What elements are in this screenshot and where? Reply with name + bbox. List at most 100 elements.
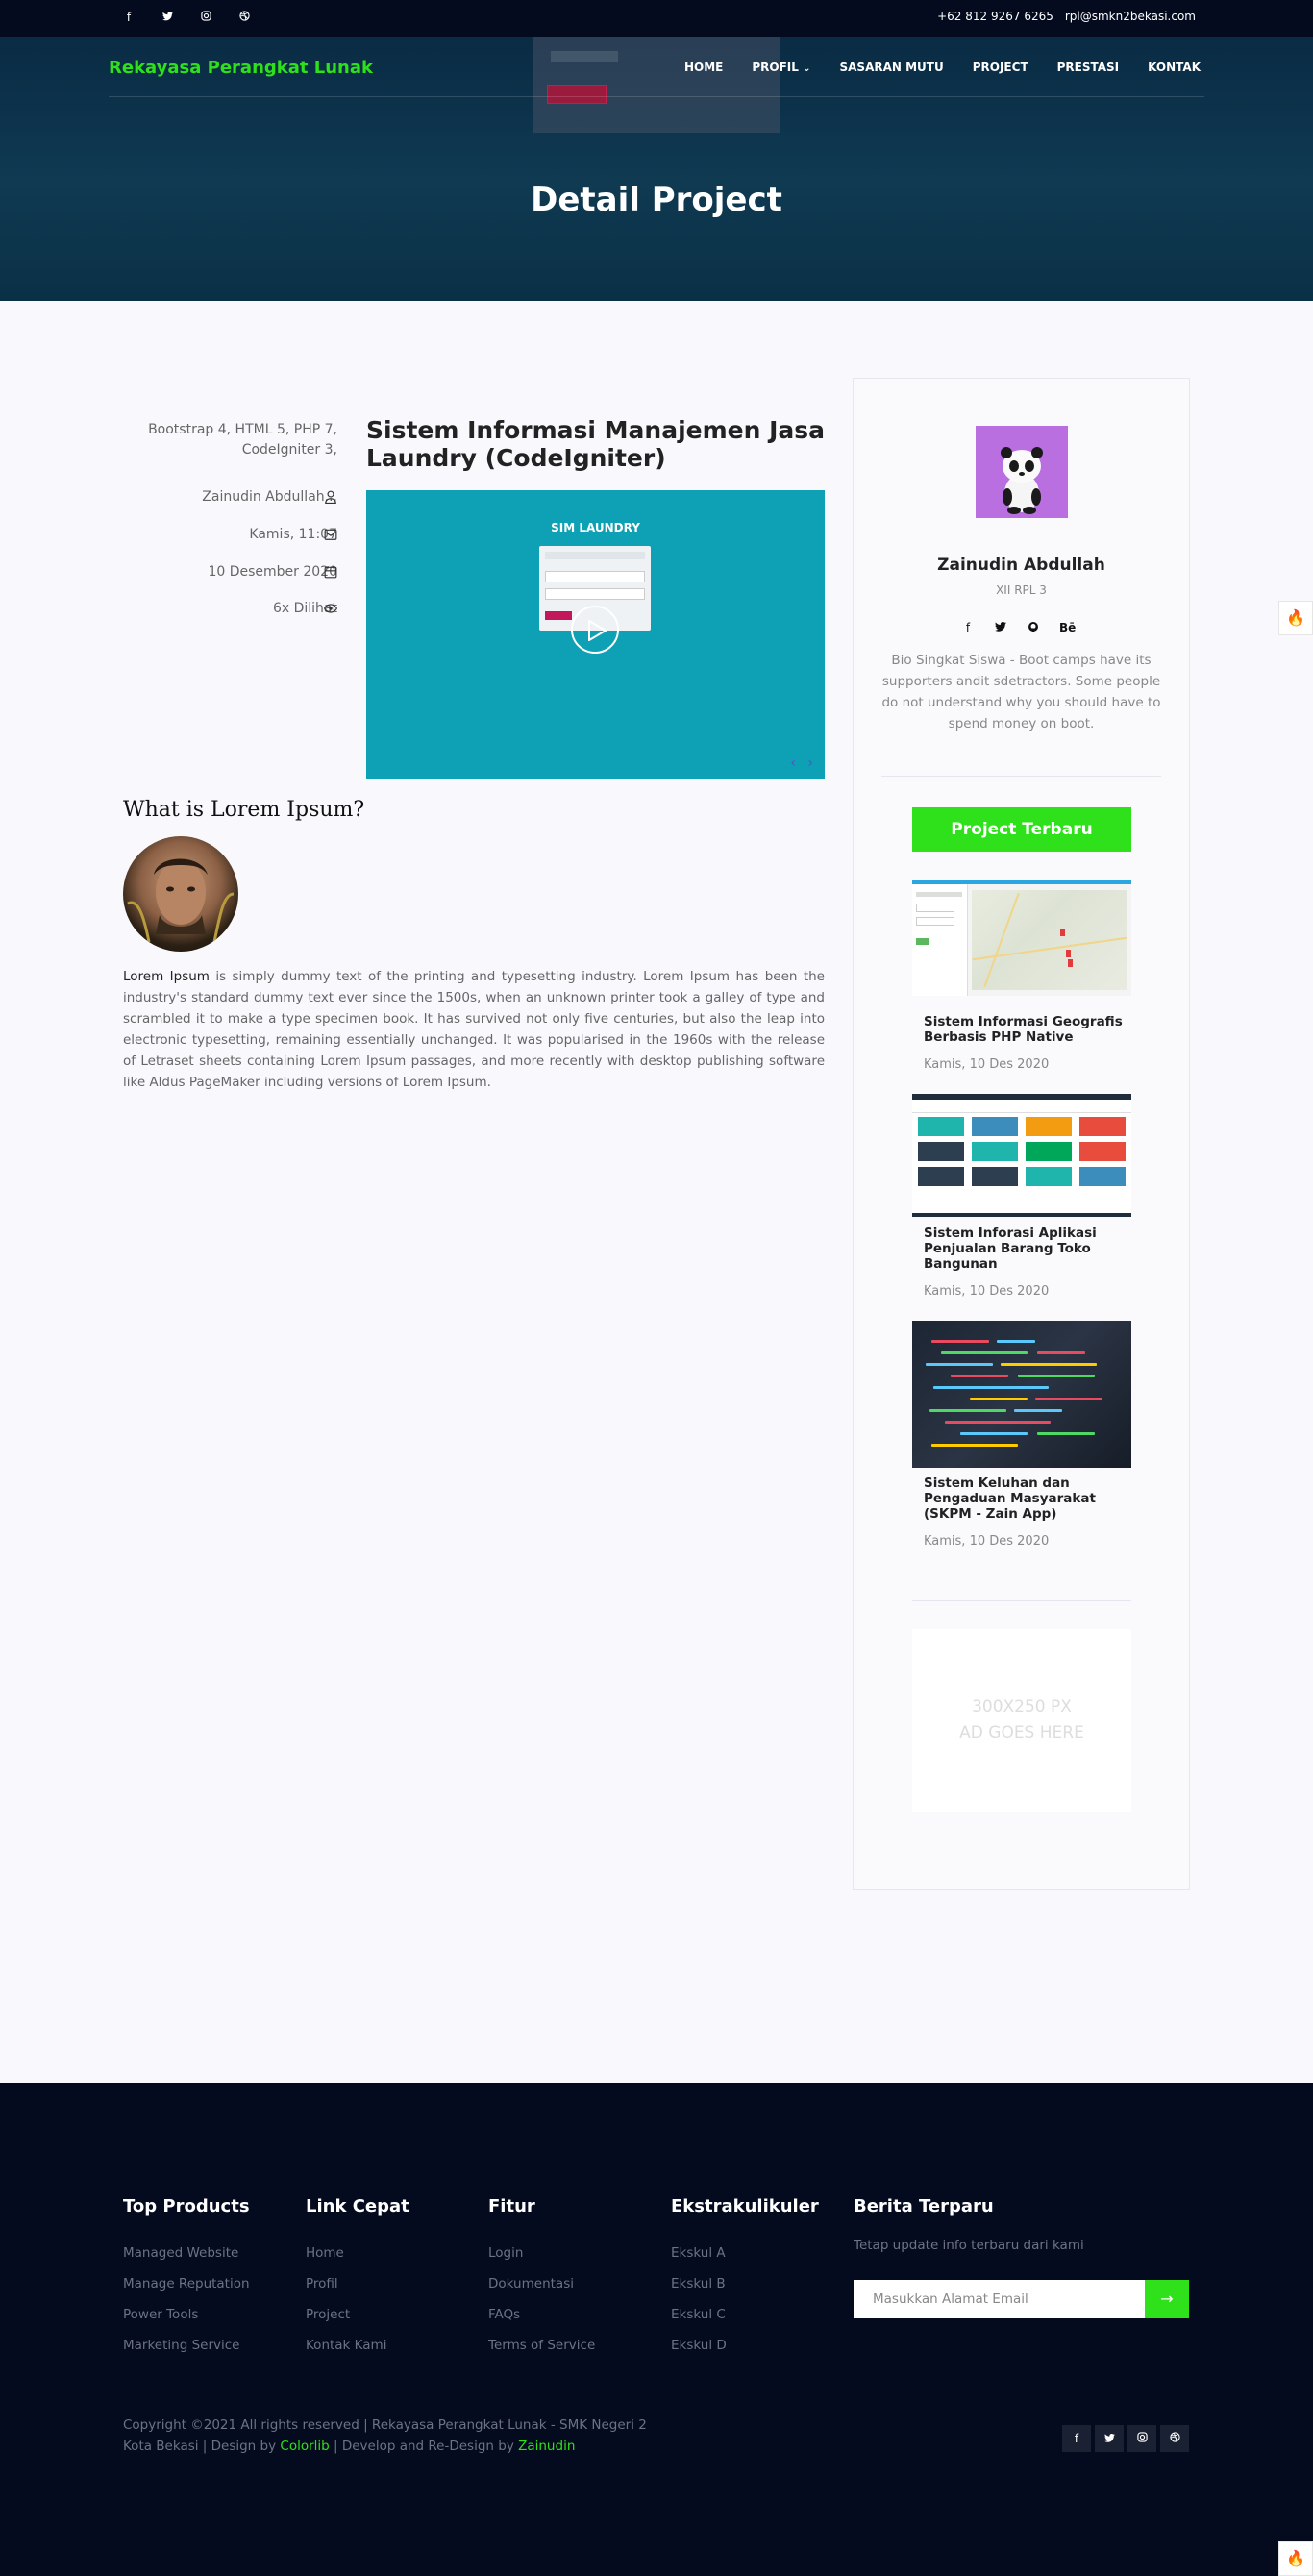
hero-banner: Rekayasa Perangkat Lunak HOME PROFIL ⌄ S… <box>0 37 1313 301</box>
instagram-icon[interactable] <box>198 11 213 24</box>
project-author: Zainudin Abdullah... <box>202 489 337 505</box>
clock-icon <box>323 528 338 543</box>
footer-link[interactable]: Ekskul B <box>671 2268 819 2299</box>
behance-icon[interactable]: Bē <box>1059 621 1076 635</box>
facebook-icon[interactable]: f <box>121 11 136 24</box>
user-icon <box>323 490 338 506</box>
dribbble-icon[interactable] <box>1160 2425 1189 2452</box>
sidebar-divider <box>881 776 1161 777</box>
latest-projects-button[interactable]: Project Terbaru <box>912 807 1131 852</box>
project-card-title[interactable]: Sistem Inforasi Aplikasi Penjualan Baran… <box>924 1226 1126 1272</box>
twitter-icon[interactable] <box>160 11 175 24</box>
login-overlay <box>533 37 780 133</box>
ad-text: AD GOES HERE <box>959 1723 1084 1743</box>
eye-icon <box>323 602 338 617</box>
footer-link[interactable]: Power Tools <box>123 2299 250 2330</box>
colorlib-link[interactable]: Colorlib <box>280 2439 329 2454</box>
project-video[interactable]: SIM LAUNDRY ‹ › <box>366 490 825 779</box>
arrow-right-icon[interactable]: → <box>1145 2280 1189 2318</box>
footer-col-products: Top Products Managed Website Manage Repu… <box>123 2196 250 2361</box>
nav-sasaran-mutu[interactable]: SASARAN MUTU <box>840 61 944 74</box>
main-nav: HOME PROFIL ⌄ SASARAN MUTU PROJECT PREST… <box>684 61 1201 74</box>
project-date: 10 Desember 2020 <box>208 564 337 580</box>
article-lead: Lorem Ipsum <box>123 969 210 984</box>
footer-col-links: Link Cepat Home Profil Project Kontak Ka… <box>306 2196 409 2361</box>
footer-col-features: Fitur Login Dokumentasi FAQs Terms of Se… <box>488 2196 595 2361</box>
project-card-title[interactable]: Sistem Informasi Geografis Berbasis PHP … <box>924 1014 1126 1045</box>
footer-col-ekskul: Ekstrakulikuler Ekskul A Ekskul B Ekskul… <box>671 2196 819 2361</box>
top-bar: f +62 812 9267 6265 rpl@smkn2bekasi.com <box>0 0 1313 37</box>
nav-divider <box>109 96 1204 97</box>
footer-link[interactable]: Project <box>306 2299 409 2330</box>
newsletter-text: Tetap update info terbaru dari kami <box>854 2238 1084 2253</box>
ad-size-label: 300X250 PX <box>972 1697 1072 1717</box>
footer-link[interactable]: Manage Reputation <box>123 2268 250 2299</box>
play-icon[interactable] <box>571 606 619 654</box>
project-card-date: Kamis, 10 Des 2020 <box>924 1284 1050 1299</box>
sidebar-divider <box>912 1600 1131 1601</box>
chevron-down-icon: ⌄ <box>803 63 811 74</box>
twitter-icon[interactable] <box>1095 2425 1124 2452</box>
video-app-name: SIM LAUNDRY <box>551 521 640 534</box>
twitter-icon[interactable] <box>994 621 1007 635</box>
site-brand[interactable]: Rekayasa Perangkat Lunak <box>109 58 373 78</box>
footer-link[interactable]: Kontak Kami <box>306 2330 409 2361</box>
student-name: Zainudin Abdullah <box>937 556 1105 575</box>
facebook-icon[interactable]: f <box>961 621 975 635</box>
github-icon[interactable] <box>1027 621 1040 635</box>
copyright-text-2: | Develop and Re-Design by <box>329 2439 519 2454</box>
footer-link[interactable]: Ekskul A <box>671 2238 819 2268</box>
dribbble-icon[interactable] <box>236 11 252 24</box>
footer-col-title: Ekstrakulikuler <box>671 2196 819 2217</box>
project-thumbnail[interactable] <box>912 1321 1131 1468</box>
project-thumbnail[interactable] <box>912 880 1131 996</box>
fire-icon[interactable]: 🔥 <box>1278 2541 1313 2576</box>
nav-profil-label: PROFIL <box>752 61 799 74</box>
nav-kontak[interactable]: KONTAK <box>1148 61 1201 74</box>
facebook-icon[interactable]: f <box>1062 2425 1091 2452</box>
video-arrows[interactable]: ‹ › <box>790 755 817 771</box>
footer-link[interactable]: Terms of Service <box>488 2330 595 2361</box>
footer-link[interactable]: Ekskul D <box>671 2330 819 2361</box>
topbar-social: f <box>121 11 252 24</box>
project-thumbnail[interactable] <box>912 1094 1131 1217</box>
footer: Top Products Managed Website Manage Repu… <box>0 2083 1313 2576</box>
project-card-date: Kamis, 10 Des 2020 <box>924 1534 1050 1548</box>
footer-col-title: Link Cepat <box>306 2196 409 2217</box>
article-heading: What is Lorem Ipsum? <box>123 798 365 822</box>
newsletter-email-input[interactable] <box>854 2280 1145 2318</box>
student-social: f Bē <box>961 621 1076 635</box>
footer-link[interactable]: Profil <box>306 2268 409 2299</box>
phone-number[interactable]: +62 812 9267 6265 <box>937 10 1053 23</box>
footer-link[interactable]: FAQs <box>488 2299 595 2330</box>
footer-link[interactable]: Dokumentasi <box>488 2268 595 2299</box>
project-card-title[interactable]: Sistem Keluhan dan Pengaduan Masyarakat … <box>924 1475 1126 1522</box>
project-title: Sistem Informasi Manajemen Jasa Laundry … <box>366 416 826 472</box>
topbar-contact: +62 812 9267 6265 rpl@smkn2bekasi.com <box>937 10 1196 23</box>
project-tech: Bootstrap 4, HTML 5, PHP 7, CodeIgniter … <box>148 422 337 458</box>
student-avatar <box>976 426 1068 518</box>
footer-newsletter: Berita Terparu Tetap update info terbaru… <box>854 2196 1084 2253</box>
instagram-icon[interactable] <box>1127 2425 1156 2452</box>
project-card-date: Kamis, 10 Des 2020 <box>924 1057 1050 1072</box>
footer-link[interactable]: Marketing Service <box>123 2330 250 2361</box>
nav-project[interactable]: PROJECT <box>973 61 1028 74</box>
page-title: Detail Project <box>531 181 782 219</box>
nav-prestasi[interactable]: PRESTASI <box>1057 61 1120 74</box>
footer-col-title: Top Products <box>123 2196 250 2217</box>
footer-link[interactable]: Managed Website <box>123 2238 250 2268</box>
footer-link[interactable]: Login <box>488 2238 595 2268</box>
ad-placeholder: 300X250 PX AD GOES HERE <box>912 1629 1131 1812</box>
nav-home[interactable]: HOME <box>684 61 723 74</box>
fire-icon[interactable]: 🔥 <box>1278 601 1313 635</box>
student-class: XII RPL 3 <box>996 583 1047 597</box>
email-address[interactable]: rpl@smkn2bekasi.com <box>1065 10 1196 23</box>
footer-link[interactable]: Ekskul C <box>671 2299 819 2330</box>
overlay-field <box>551 51 618 62</box>
zainudin-link[interactable]: Zainudin <box>518 2439 575 2454</box>
newsletter-title: Berita Terparu <box>854 2196 994 2217</box>
footer-link[interactable]: Home <box>306 2238 409 2268</box>
nav-profil[interactable]: PROFIL ⌄ <box>752 61 810 74</box>
calendar-icon <box>323 565 338 581</box>
overlay-button[interactable] <box>547 85 607 104</box>
